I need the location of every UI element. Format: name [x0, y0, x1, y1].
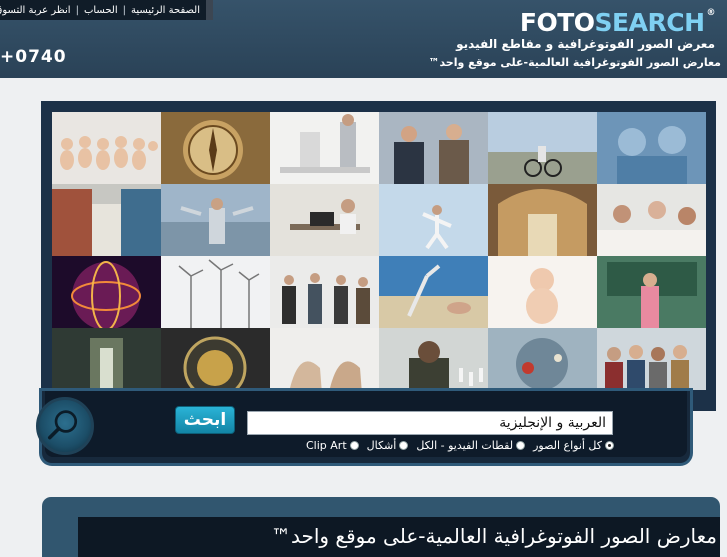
- photo-man-beach[interactable]: [161, 184, 270, 256]
- photo-compass[interactable]: [161, 112, 270, 184]
- radio-button[interactable]: [349, 441, 359, 450]
- fotosearch-logo[interactable]: FOTOSEARCH ®: [519, 8, 716, 37]
- radio-button-selected[interactable]: [605, 441, 614, 450]
- radio-button[interactable]: [399, 441, 409, 450]
- photo-physio[interactable]: [270, 112, 379, 184]
- search-input[interactable]: [247, 411, 613, 435]
- media-type-options: كل أنواع الصور لقطات الفيديو - الكل أشكا…: [306, 439, 614, 452]
- search-button[interactable]: ابحث: [175, 406, 235, 434]
- logo-text-search: SEARCH: [594, 8, 705, 37]
- magnifier-badge: [36, 397, 94, 455]
- photo-soldier[interactable]: [379, 328, 488, 390]
- photo-office-team[interactable]: [270, 256, 379, 328]
- logo-text-foto: FOTO: [519, 8, 595, 37]
- radio-label: أشكال: [366, 439, 397, 452]
- photo-arcade[interactable]: [488, 184, 597, 256]
- photo-globe-seal[interactable]: [161, 328, 270, 390]
- photo-dancer-sky[interactable]: [379, 184, 488, 256]
- lower-banner-title: معارض الصور الفوتوغرافية العالمية-على مو…: [270, 524, 717, 548]
- logo-registered: ®: [706, 8, 716, 18]
- header-tagline: معرض الصور الفوتوغرافية و مقاطع الفيديو: [456, 37, 715, 51]
- radio-all-images[interactable]: كل أنواع الصور: [533, 439, 614, 452]
- radio-label: Clip Art: [306, 439, 347, 452]
- nav-separator: |: [122, 4, 126, 16]
- nav-account-link[interactable]: الحساب: [84, 5, 118, 16]
- photo-business-meeting[interactable]: [379, 112, 488, 184]
- photo-surgeons[interactable]: [597, 112, 706, 184]
- photo-mosaic: [52, 112, 706, 390]
- header-subtagline: معارض الصور الفوتوغرافية العالمية-على مو…: [428, 56, 721, 69]
- photo-supermarket[interactable]: [52, 184, 161, 256]
- nav-separator: |: [75, 4, 79, 16]
- photo-beach-stretch[interactable]: [379, 256, 488, 328]
- radio-video-footage[interactable]: لقطات الفيديو - الكل: [416, 439, 526, 452]
- radio-shapes[interactable]: أشكال: [367, 439, 409, 452]
- photo-family-dinner[interactable]: [597, 184, 706, 256]
- photo-tunnel[interactable]: [52, 328, 161, 390]
- photo-babies[interactable]: [52, 112, 161, 184]
- phone-number: 0740+: [0, 47, 67, 67]
- photo-earth-network[interactable]: [52, 256, 161, 328]
- radio-clip-art[interactable]: Clip Art: [306, 439, 359, 452]
- top-nav: الصفحة الرئيسية | الحساب | انظر عربة الت…: [0, 0, 213, 20]
- nav-cart-link[interactable]: انظر عربة التسوق: [0, 5, 71, 16]
- photo-heels[interactable]: [270, 328, 379, 390]
- photo-christmas[interactable]: [488, 328, 597, 390]
- radio-label: لقطات الفيديو - الكل: [416, 439, 514, 452]
- photo-baby-sitting[interactable]: [488, 256, 597, 328]
- photo-office-laptop[interactable]: [270, 184, 379, 256]
- photo-students[interactable]: [597, 328, 706, 390]
- radio-button[interactable]: [516, 441, 526, 450]
- photo-cyclists[interactable]: [488, 112, 597, 184]
- photo-wind-turbines[interactable]: [161, 256, 270, 328]
- search-icon: [47, 410, 78, 440]
- radio-label: كل أنواع الصور: [533, 439, 602, 452]
- photo-teacher[interactable]: [597, 256, 706, 328]
- nav-home-link[interactable]: الصفحة الرئيسية: [131, 5, 200, 16]
